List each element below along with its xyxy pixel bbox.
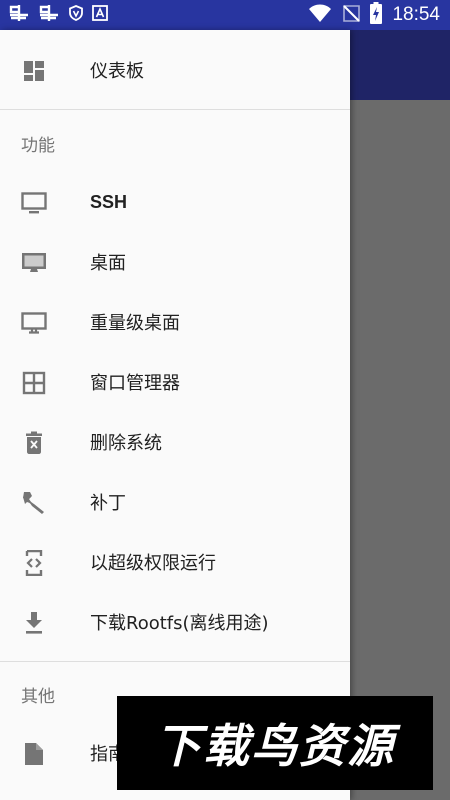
delete-icon	[21, 430, 47, 456]
drawer-item-window-manager[interactable]: 窗口管理器	[0, 352, 350, 412]
drawer-item-label: SSH	[90, 191, 128, 212]
watermark-banner: 下载鸟资源	[117, 696, 433, 790]
drawer-item-label: 以超级权限运行	[90, 553, 216, 574]
watermark-text: 下载鸟资源	[155, 719, 395, 773]
notification-icon	[8, 3, 30, 27]
divider	[0, 661, 350, 662]
no-sim-icon	[342, 3, 361, 27]
monitor-icon	[21, 310, 47, 336]
window-grid-icon	[21, 370, 47, 396]
drawer-item-desktop[interactable]: 桌面	[0, 232, 350, 292]
status-bar-right: 18:54	[308, 0, 440, 30]
drawer-item-heavy-desktop[interactable]: 重量级桌面	[0, 292, 350, 352]
section-header-other: 其他	[21, 687, 55, 707]
desktop-stand-icon	[21, 250, 47, 276]
drawer-item-label: 仪表板	[90, 61, 144, 82]
drawer-item-label: 窗口管理器	[90, 373, 180, 394]
shield-icon	[68, 5, 84, 25]
wifi-icon	[308, 3, 332, 27]
navigation-drawer: 仪表板 功能 SSH 桌面 重量级桌面 窗口管理器 删除系统 补丁 以超级权限运…	[0, 30, 350, 800]
status-bar-left	[8, 0, 108, 30]
drawer-item-download-rootfs[interactable]: 下载Rootfs(离线用途)	[0, 592, 350, 652]
status-bar-clock: 18:54	[392, 4, 440, 25]
status-bar: 18:54	[0, 0, 450, 30]
drawer-item-label: 补丁	[90, 493, 126, 514]
download-icon	[21, 610, 47, 636]
section-header-features: 功能	[21, 136, 55, 156]
drawer-item-label: 桌面	[90, 253, 126, 274]
app-notification-icon	[92, 5, 108, 25]
desktop-icon	[21, 190, 47, 216]
document-icon	[21, 741, 47, 767]
dashboard-icon	[21, 58, 47, 84]
drawer-item-run-as-root[interactable]: 以超级权限运行	[0, 532, 350, 592]
divider	[0, 109, 350, 110]
notification-icon	[38, 3, 60, 27]
drawer-item-patch[interactable]: 补丁	[0, 472, 350, 532]
wrench-icon	[21, 490, 47, 516]
drawer-item-ssh[interactable]: SSH	[0, 172, 350, 232]
drawer-item-label: 删除系统	[90, 433, 162, 454]
drawer-item-label: 重量级桌面	[90, 313, 180, 334]
code-phone-icon	[21, 550, 47, 576]
drawer-item-delete-system[interactable]: 删除系统	[0, 412, 350, 472]
drawer-item-label: 下载Rootfs(离线用途)	[90, 613, 269, 634]
drawer-item-dashboard[interactable]: 仪表板	[0, 40, 350, 100]
battery-charging-icon	[370, 2, 383, 28]
